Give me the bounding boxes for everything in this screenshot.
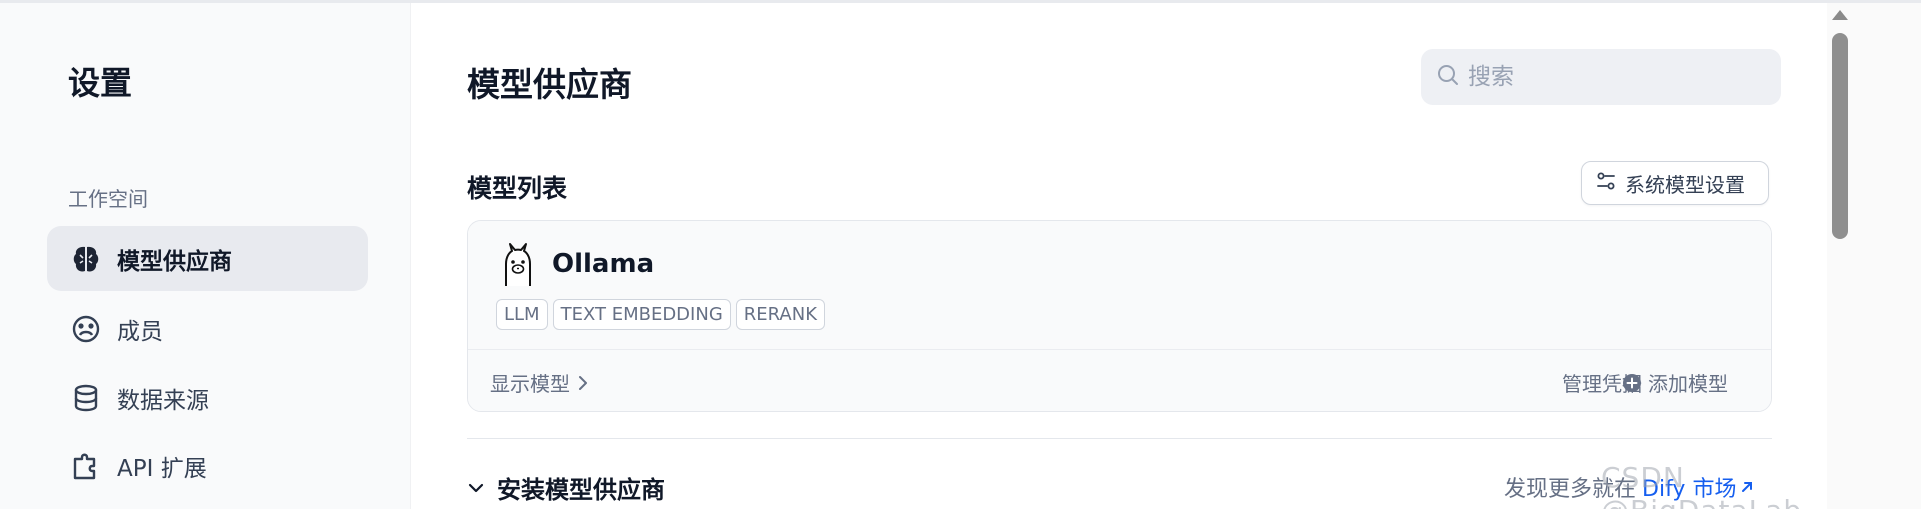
ollama-logo-icon [498, 242, 538, 288]
workspace-section-label: 工作空间 [68, 187, 148, 211]
model-type-tag: LLM [496, 299, 548, 330]
search-input[interactable] [1468, 64, 1758, 90]
install-providers-toggle[interactable]: 安装模型供应商 [467, 470, 665, 505]
sidebar-item-model-providers[interactable]: 模型供应商 [47, 226, 368, 291]
sidebar-item-api-extensions[interactable]: API 扩展 [47, 433, 368, 498]
install-providers-title: 安装模型供应商 [497, 476, 665, 504]
main-content: 模型供应商 模型列表 系统模型设置 [411, 3, 1827, 509]
sidebar-item-members[interactable]: 成员 [47, 296, 368, 361]
system-model-settings-label: 系统模型设置 [1625, 172, 1745, 197]
section-divider [467, 438, 1772, 439]
scrollbar-thumb[interactable] [1832, 33, 1848, 239]
provider-name: Ollama [552, 249, 655, 279]
sidebar-title: 设置 [68, 64, 133, 102]
search-icon [1436, 63, 1460, 91]
provider-card-footer: 显示模型 管理凭据 添加模型 [468, 349, 1771, 411]
chevron-right-icon [576, 375, 590, 391]
provider-card: Ollama LLM TEXT EMBEDDING RERANK 显示模型 管理… [467, 220, 1772, 412]
database-icon [69, 381, 103, 415]
sidebar-item-label: 数据来源 [117, 387, 209, 414]
sidebar-item-label: 模型供应商 [117, 248, 232, 275]
sidebar-item-label: API 扩展 [117, 455, 207, 482]
provider-tags: LLM TEXT EMBEDDING RERANK [496, 299, 826, 330]
provider-card-header: Ollama LLM TEXT EMBEDDING RERANK [468, 221, 1771, 349]
search-box[interactable] [1421, 49, 1781, 105]
model-type-tag: TEXT EMBEDDING [552, 299, 731, 330]
sidebar-item-data-sources[interactable]: 数据来源 [47, 365, 368, 430]
sidebar-item-label: 成员 [117, 318, 163, 345]
settings-sliders-icon [1596, 171, 1616, 196]
arrow-up-right-icon [1740, 480, 1754, 494]
system-model-settings-button[interactable]: 系统模型设置 [1581, 161, 1769, 205]
discover-more: 发现更多就在 Dify 市场 [1504, 471, 1754, 503]
scroll-up-arrow-icon[interactable] [1832, 10, 1848, 20]
page-title: 模型供应商 [467, 65, 632, 104]
add-model-label: 添加模型 [1648, 372, 1728, 396]
settings-sidebar: 设置 工作空间 模型供应商 成员 数据来源 API 扩展 [0, 3, 411, 509]
show-models-button[interactable]: 显示模型 [490, 368, 590, 397]
model-list-title: 模型列表 [467, 174, 568, 203]
show-models-label: 显示模型 [490, 372, 570, 396]
brain-icon [69, 242, 103, 276]
discover-text: 发现更多就在 [1504, 477, 1637, 502]
model-type-tag: RERANK [735, 299, 826, 330]
members-icon [69, 312, 103, 346]
dify-marketplace-link[interactable]: Dify 市场 [1642, 471, 1736, 503]
add-model-button[interactable]: 添加模型 [1622, 368, 1728, 397]
puzzle-icon [69, 449, 103, 483]
plus-circle-icon [1622, 373, 1642, 393]
chevron-down-icon [467, 482, 485, 494]
